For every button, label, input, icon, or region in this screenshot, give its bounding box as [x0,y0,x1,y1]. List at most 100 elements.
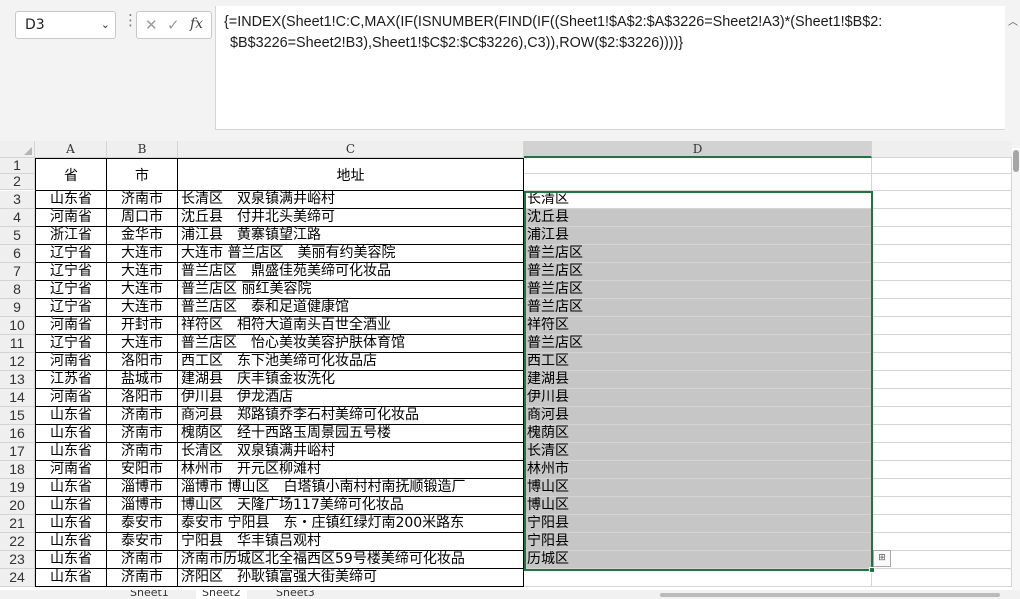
cell-empty[interactable] [872,353,1012,371]
cell-address[interactable]: 博山区 天隆广场117美缔可化妆品 [178,497,524,515]
cell-province[interactable]: 山东省 [35,569,107,587]
quick-analysis-icon[interactable]: ⊞ [873,550,891,567]
row-header[interactable]: 4 [0,209,35,227]
cell-city[interactable]: 济南市 [107,191,178,209]
cell-empty[interactable] [872,299,1012,317]
cell-address[interactable]: 普兰店区 鼎盛佳苑美缔可化妆品 [178,263,524,281]
select-all-corner[interactable] [0,141,35,158]
cell-d1[interactable] [524,158,872,174]
row-header[interactable]: 21 [0,515,35,533]
vertical-scrollbar[interactable] [1012,150,1020,599]
cancel-icon[interactable]: ✕ [145,16,158,34]
row-header[interactable]: 20 [0,497,35,515]
cell-district[interactable]: 林州市 [524,461,872,479]
row-header[interactable]: 9 [0,299,35,317]
cell-district[interactable]: 普兰店区 [524,245,872,263]
cell-province[interactable]: 山东省 [35,479,107,497]
column-header-c[interactable]: C [178,141,524,158]
cell-district[interactable]: 槐荫区 [524,425,872,443]
row-header[interactable]: 8 [0,281,35,299]
cell-province[interactable]: 河南省 [35,353,107,371]
scrollbar-thumb[interactable] [1013,150,1019,172]
cell-province[interactable]: 辽宁省 [35,245,107,263]
cell-city[interactable]: 济南市 [107,407,178,425]
cell-city[interactable]: 周口市 [107,209,178,227]
cell-address[interactable]: 伊川县 伊龙酒店 [178,389,524,407]
cell-district[interactable]: 伊川县 [524,389,872,407]
cell-address[interactable]: 浦江县 黄寨镇望江路 [178,227,524,245]
cell-city[interactable]: 济南市 [107,551,178,569]
row-header[interactable]: 23 [0,551,35,569]
cell-empty[interactable] [872,407,1012,425]
cell-city[interactable]: 大连市 [107,263,178,281]
cell-district[interactable]: 祥符区 [524,317,872,335]
cell-address[interactable]: 普兰店区 泰和足道健康馆 [178,299,524,317]
cell-province[interactable]: 辽宁省 [35,263,107,281]
cell-province[interactable]: 山东省 [35,191,107,209]
cell-province[interactable]: 山东省 [35,515,107,533]
name-box-value[interactable]: D3 [25,17,45,33]
row-header[interactable]: 18 [0,461,35,479]
cell-district[interactable]: 西工区 [524,353,872,371]
cell-district[interactable]: 长清区 [524,191,872,209]
cell-empty[interactable] [872,389,1012,407]
sheet-tab-2[interactable]: Sheet2 [196,590,247,599]
cell-e2[interactable] [872,174,1012,191]
sheet-tab-1[interactable]: Sheet1 [130,590,169,599]
cell-empty[interactable] [872,209,1012,227]
cell-district[interactable]: 普兰店区 [524,299,872,317]
cell-city[interactable]: 大连市 [107,299,178,317]
cell-province[interactable]: 山东省 [35,425,107,443]
cell-empty[interactable] [872,227,1012,245]
cell-address[interactable]: 槐荫区 经十西路玉周景园五号楼 [178,425,524,443]
cell-empty[interactable] [872,461,1012,479]
cell-city[interactable]: 济南市 [107,425,178,443]
cell-district[interactable]: 浦江县 [524,227,872,245]
row-header[interactable]: 17 [0,443,35,461]
sheet-tab-3[interactable]: Sheet3 [276,590,315,599]
horizontal-scrollbar[interactable] [660,593,1000,597]
row-header[interactable]: 12 [0,353,35,371]
cell-empty[interactable] [872,245,1012,263]
cell-city[interactable]: 洛阳市 [107,389,178,407]
cell-empty[interactable] [872,497,1012,515]
check-icon[interactable]: ✓ [167,16,180,34]
cell-empty[interactable] [872,191,1012,209]
cell-province[interactable]: 山东省 [35,443,107,461]
collapse-formula-bar-icon[interactable]: ︿ [1008,13,1018,28]
cell-district[interactable]: 普兰店区 [524,263,872,281]
cell-address[interactable]: 建湖县 庆丰镇金妆洗化 [178,371,524,389]
column-header-d[interactable]: D [524,141,872,158]
cell-city[interactable]: 盐城市 [107,371,178,389]
cell-city[interactable]: 大连市 [107,245,178,263]
cell-empty[interactable] [872,569,1012,587]
name-box[interactable]: D3 ⌄ [15,11,116,39]
row-header[interactable]: 6 [0,245,35,263]
cell-province[interactable]: 浙江省 [35,227,107,245]
cell-city[interactable]: 济南市 [107,443,178,461]
cell-province[interactable]: 山东省 [35,533,107,551]
cell-address[interactable]: 宁阳县 华丰镇吕观村 [178,533,524,551]
cell-address[interactable]: 沈丘县 付井北头美缔可 [178,209,524,227]
cell-e1[interactable] [872,158,1012,174]
cell-city[interactable]: 洛阳市 [107,353,178,371]
row-header[interactable]: 13 [0,371,35,389]
cell-city[interactable]: 大连市 [107,335,178,353]
cell-province[interactable]: 辽宁省 [35,299,107,317]
cell-district[interactable]: 沈丘县 [524,209,872,227]
cell-empty[interactable] [872,425,1012,443]
cell-province[interactable]: 河南省 [35,461,107,479]
row-header[interactable]: 10 [0,317,35,335]
cell-address[interactable]: 商河县 郑路镇乔李石村美缔可化妆品 [178,407,524,425]
cell-address[interactable]: 长清区 双泉镇满井峪村 [178,191,524,209]
cell-district[interactable]: 宁阳县 [524,533,872,551]
cell-city[interactable]: 大连市 [107,281,178,299]
header-cell-province[interactable]: 省 [35,158,107,191]
cell-address[interactable]: 淄博市 博山区 白塔镇小南村村南抚顺锻造厂 [178,479,524,497]
cell-district[interactable]: 建湖县 [524,371,872,389]
header-cell-address[interactable]: 地址 [178,158,524,191]
cell-address[interactable]: 普兰店区 丽红美容院 [178,281,524,299]
cell-city[interactable]: 金华市 [107,227,178,245]
cell-address[interactable]: 普兰店区 怡心美妆美容护肤体育馆 [178,335,524,353]
cell-address[interactable]: 林州市 开元区柳滩村 [178,461,524,479]
